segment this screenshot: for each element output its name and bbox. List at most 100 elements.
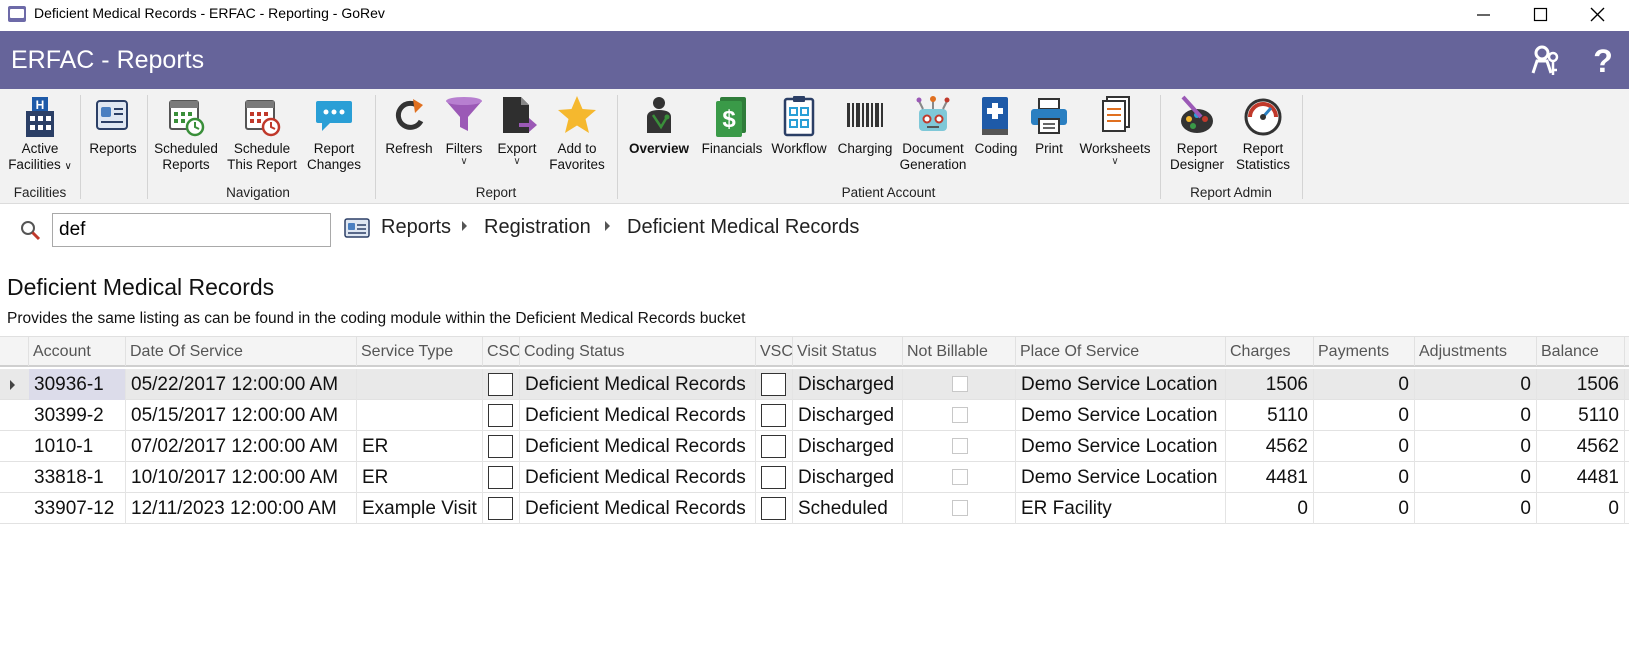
cell-account[interactable]: 30399-2 xyxy=(29,400,126,431)
cell-charges[interactable]: 4481 xyxy=(1226,462,1314,493)
document-generation-button[interactable]: Document Generation xyxy=(898,93,968,177)
cell-balance[interactable]: 1506 xyxy=(1537,369,1625,400)
column-header-visit-status[interactable]: Visit Status xyxy=(793,337,903,366)
cell-charges[interactable]: 1506 xyxy=(1226,369,1314,400)
cell-payments[interactable]: 0 xyxy=(1314,431,1415,462)
column-header-charges[interactable]: Charges xyxy=(1226,337,1314,366)
column-header-service-type[interactable]: Service Type xyxy=(357,337,483,366)
column-header-csc[interactable]: CSC xyxy=(483,337,520,366)
not-billable-checkbox[interactable] xyxy=(951,376,968,392)
cell-adjustments[interactable]: 0 xyxy=(1415,369,1537,400)
not-billable-checkbox[interactable] xyxy=(951,500,968,516)
cell-adjustments[interactable]: 0 xyxy=(1415,493,1537,524)
maximize-button[interactable] xyxy=(1514,0,1568,30)
cell-coding-status[interactable]: Deficient Medical Records xyxy=(520,462,756,493)
column-header-payments[interactable]: Payments xyxy=(1314,337,1415,366)
not-billable-cell[interactable] xyxy=(903,462,1016,493)
not-billable-checkbox[interactable] xyxy=(951,438,968,454)
cell-charges[interactable]: 0 xyxy=(1226,493,1314,524)
cell-payments[interactable]: 0 xyxy=(1314,493,1415,524)
cell-service-type[interactable]: ER xyxy=(357,431,483,462)
scheduled-reports-button[interactable]: Scheduled Reports xyxy=(153,93,219,177)
table-row[interactable]: 30399-2 05/15/2017 12:00:00 AM Deficient M… xyxy=(0,400,1629,431)
cell-balance[interactable]: 4562 xyxy=(1537,431,1625,462)
not-billable-cell[interactable] xyxy=(903,369,1016,400)
cell-service-type[interactable]: ER xyxy=(357,462,483,493)
cell-adjustments[interactable]: 0 xyxy=(1415,462,1537,493)
column-header-date-of-service[interactable]: Date Of Service xyxy=(126,337,357,366)
table-row[interactable]: 1010-1 07/02/2017 12:00:00 AM ER Deficient … xyxy=(0,431,1629,462)
filters-button[interactable]: Filters ∨ xyxy=(440,93,488,177)
table-row[interactable]: 33907-12 12/11/2023 12:00:00 AM Example Vi… xyxy=(0,493,1629,524)
workflow-button[interactable]: Workflow xyxy=(768,93,830,177)
csc-checkbox[interactable] xyxy=(488,497,513,520)
cell-service-type[interactable] xyxy=(357,369,483,400)
cell-charges[interactable]: 4562 xyxy=(1226,431,1314,462)
table-row[interactable]: 30936-1 05/22/2017 12:00:00 AM Deficient M… xyxy=(0,369,1629,400)
report-statistics-button[interactable]: Report Statistics xyxy=(1230,93,1296,177)
close-button[interactable] xyxy=(1571,0,1625,30)
column-header-not-billable[interactable]: Not Billable xyxy=(903,337,1016,366)
cell-service-type[interactable]: Example Visit xyxy=(357,493,483,524)
breadcrumb-reports[interactable]: Reports xyxy=(381,216,451,239)
cell-place-of-service[interactable]: Demo Service Location xyxy=(1016,462,1226,493)
column-header-adjustments[interactable]: Adjustments xyxy=(1415,337,1537,366)
cell-coding-status[interactable]: Deficient Medical Records xyxy=(520,431,756,462)
search-input[interactable] xyxy=(52,213,331,247)
breadcrumb-deficient-medical-records[interactable]: Deficient Medical Records xyxy=(627,216,859,239)
minimize-button[interactable] xyxy=(1457,0,1511,30)
vsc-cell[interactable] xyxy=(756,369,793,400)
csc-cell[interactable] xyxy=(483,431,520,462)
csc-cell[interactable] xyxy=(483,462,520,493)
cell-place-of-service[interactable]: Demo Service Location xyxy=(1016,400,1226,431)
csc-checkbox[interactable] xyxy=(488,404,513,427)
not-billable-checkbox[interactable] xyxy=(951,469,968,485)
cell-visit-status[interactable]: Scheduled xyxy=(793,493,903,524)
add-to-favorites-button[interactable]: Add to Favorites xyxy=(546,93,608,177)
cell-service-type[interactable] xyxy=(357,400,483,431)
cell-visit-status[interactable]: Discharged xyxy=(793,462,903,493)
cell-payments[interactable]: 0 xyxy=(1314,462,1415,493)
financials-button[interactable]: $ Financials xyxy=(700,93,764,177)
cell-date-of-service[interactable]: 10/10/2017 12:00:00 AM xyxy=(126,462,357,493)
cell-visit-status[interactable]: Discharged xyxy=(793,369,903,400)
report-designer-button[interactable]: Report Designer xyxy=(1166,93,1228,177)
cell-payments[interactable]: 0 xyxy=(1314,369,1415,400)
cell-coding-status[interactable]: Deficient Medical Records xyxy=(520,400,756,431)
vsc-checkbox[interactable] xyxy=(761,404,786,427)
cell-coding-status[interactable]: Deficient Medical Records xyxy=(520,369,756,400)
cell-charges[interactable]: 5110 xyxy=(1226,400,1314,431)
cell-visit-status[interactable]: Discharged xyxy=(793,400,903,431)
not-billable-cell[interactable] xyxy=(903,431,1016,462)
not-billable-cell[interactable] xyxy=(903,400,1016,431)
coding-button[interactable]: Coding xyxy=(970,93,1022,177)
cell-place-of-service[interactable]: Demo Service Location xyxy=(1016,369,1226,400)
cell-place-of-service[interactable]: Demo Service Location xyxy=(1016,431,1226,462)
breadcrumb-registration[interactable]: Registration xyxy=(484,216,591,239)
cell-coding-status[interactable]: Deficient Medical Records xyxy=(520,493,756,524)
cell-account[interactable]: 1010-1 xyxy=(29,431,126,462)
cell-adjustments[interactable]: 0 xyxy=(1415,400,1537,431)
cell-place-of-service[interactable]: ER Facility xyxy=(1016,493,1226,524)
csc-checkbox[interactable] xyxy=(488,373,513,396)
vsc-cell[interactable] xyxy=(756,462,793,493)
vsc-cell[interactable] xyxy=(756,400,793,431)
not-billable-cell[interactable] xyxy=(903,493,1016,524)
cell-account[interactable]: 33818-1 xyxy=(29,462,126,493)
vsc-checkbox[interactable] xyxy=(761,435,786,458)
vsc-checkbox[interactable] xyxy=(761,497,786,520)
table-row[interactable]: 33818-1 10/10/2017 12:00:00 AM ER Deficient… xyxy=(0,462,1629,493)
charging-button[interactable]: Charging xyxy=(834,93,896,177)
csc-checkbox[interactable] xyxy=(488,435,513,458)
csc-cell[interactable] xyxy=(483,400,520,431)
cell-date-of-service[interactable]: 05/22/2017 12:00:00 AM xyxy=(126,369,357,400)
cell-balance[interactable]: 4481 xyxy=(1537,462,1625,493)
print-button[interactable]: Print xyxy=(1024,93,1074,177)
cell-account[interactable]: 30936-1 xyxy=(29,369,126,400)
vsc-checkbox[interactable] xyxy=(761,373,786,396)
overview-button[interactable]: Overview xyxy=(624,93,694,177)
cell-date-of-service[interactable]: 05/15/2017 12:00:00 AM xyxy=(126,400,357,431)
cell-balance[interactable]: 5110 xyxy=(1537,400,1625,431)
reports-button[interactable]: Reports xyxy=(86,93,140,177)
cell-account[interactable]: 33907-12 xyxy=(29,493,126,524)
